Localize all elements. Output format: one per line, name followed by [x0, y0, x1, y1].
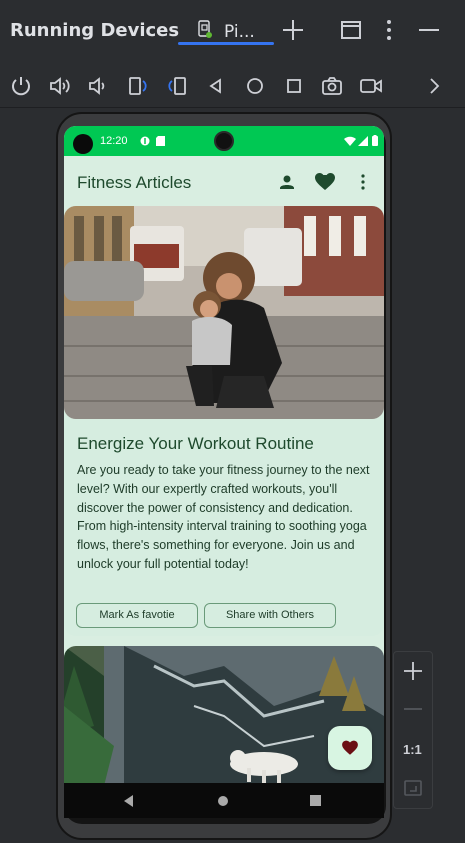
share-button[interactable]: Share with Others — [204, 603, 336, 628]
home-icon[interactable] — [243, 74, 267, 98]
zoom-out-icon[interactable] — [401, 697, 425, 721]
app-title: Fitness Articles — [77, 173, 192, 192]
more-vertical-icon[interactable] — [376, 17, 402, 43]
volume-down-icon[interactable] — [86, 74, 110, 98]
cell-signal-icon — [358, 136, 368, 146]
favorite-icon[interactable] — [313, 170, 337, 194]
zoom-panel: 1:1 — [393, 651, 433, 809]
zoom-in-icon[interactable] — [401, 659, 425, 683]
status-bar: 12:20 — [64, 126, 384, 156]
system-nav-bar — [64, 783, 384, 818]
nav-home-icon[interactable] — [217, 795, 229, 807]
device-icon — [198, 20, 212, 38]
wifi-icon — [344, 136, 356, 146]
ide-title-bar: Running Devices Pi... — [0, 0, 465, 62]
overflow-menu-icon[interactable] — [351, 170, 375, 194]
nav-back-icon[interactable] — [122, 794, 136, 808]
front-camera-cutout — [73, 134, 93, 154]
tab-label: Pi... — [224, 22, 255, 42]
article-body: Are you ready to take your fitness journ… — [77, 463, 370, 571]
app-notification-icon — [140, 136, 150, 146]
screen-record-icon[interactable] — [359, 74, 383, 98]
window-title: Running Devices — [10, 20, 180, 41]
favorite-fab[interactable] — [328, 726, 372, 770]
zoom-actual-size-button[interactable]: 1:1 — [403, 742, 422, 757]
tab-underline — [178, 42, 274, 45]
rotate-right-icon[interactable] — [165, 74, 189, 98]
profile-icon[interactable] — [275, 170, 299, 194]
heart-icon — [342, 740, 358, 755]
device-toolbar — [0, 62, 465, 108]
rotate-left-icon[interactable] — [126, 74, 150, 98]
volume-up-icon[interactable] — [48, 74, 72, 98]
article-title: Energize Your Workout Routine — [77, 434, 314, 453]
device-tab[interactable]: Pi... — [176, 10, 276, 50]
app-top-bar: Fitness Articles — [64, 156, 384, 208]
more-chevron-icon[interactable] — [422, 74, 446, 98]
screenshot-icon[interactable] — [320, 74, 344, 98]
camera-hole — [214, 131, 234, 151]
sd-card-icon — [156, 136, 165, 146]
overview-icon[interactable] — [282, 74, 306, 98]
mark-favorite-button[interactable]: Mark As favotie — [76, 603, 198, 628]
article-image-mother-child — [64, 206, 384, 419]
minimize-icon[interactable] — [416, 17, 442, 43]
power-icon[interactable] — [9, 74, 33, 98]
status-time: 12:20 — [100, 135, 128, 147]
article-card: Energize Your Workout Routine Are you re… — [64, 206, 384, 636]
device-screen[interactable]: 12:20 Fitness Articles Energize Your Wor… — [64, 126, 384, 818]
nav-overview-icon[interactable] — [310, 795, 321, 806]
add-icon[interactable] — [280, 17, 306, 43]
back-icon[interactable] — [204, 74, 228, 98]
window-layout-icon[interactable] — [338, 17, 364, 43]
fit-screen-icon[interactable] — [401, 776, 425, 800]
battery-icon — [372, 135, 378, 146]
